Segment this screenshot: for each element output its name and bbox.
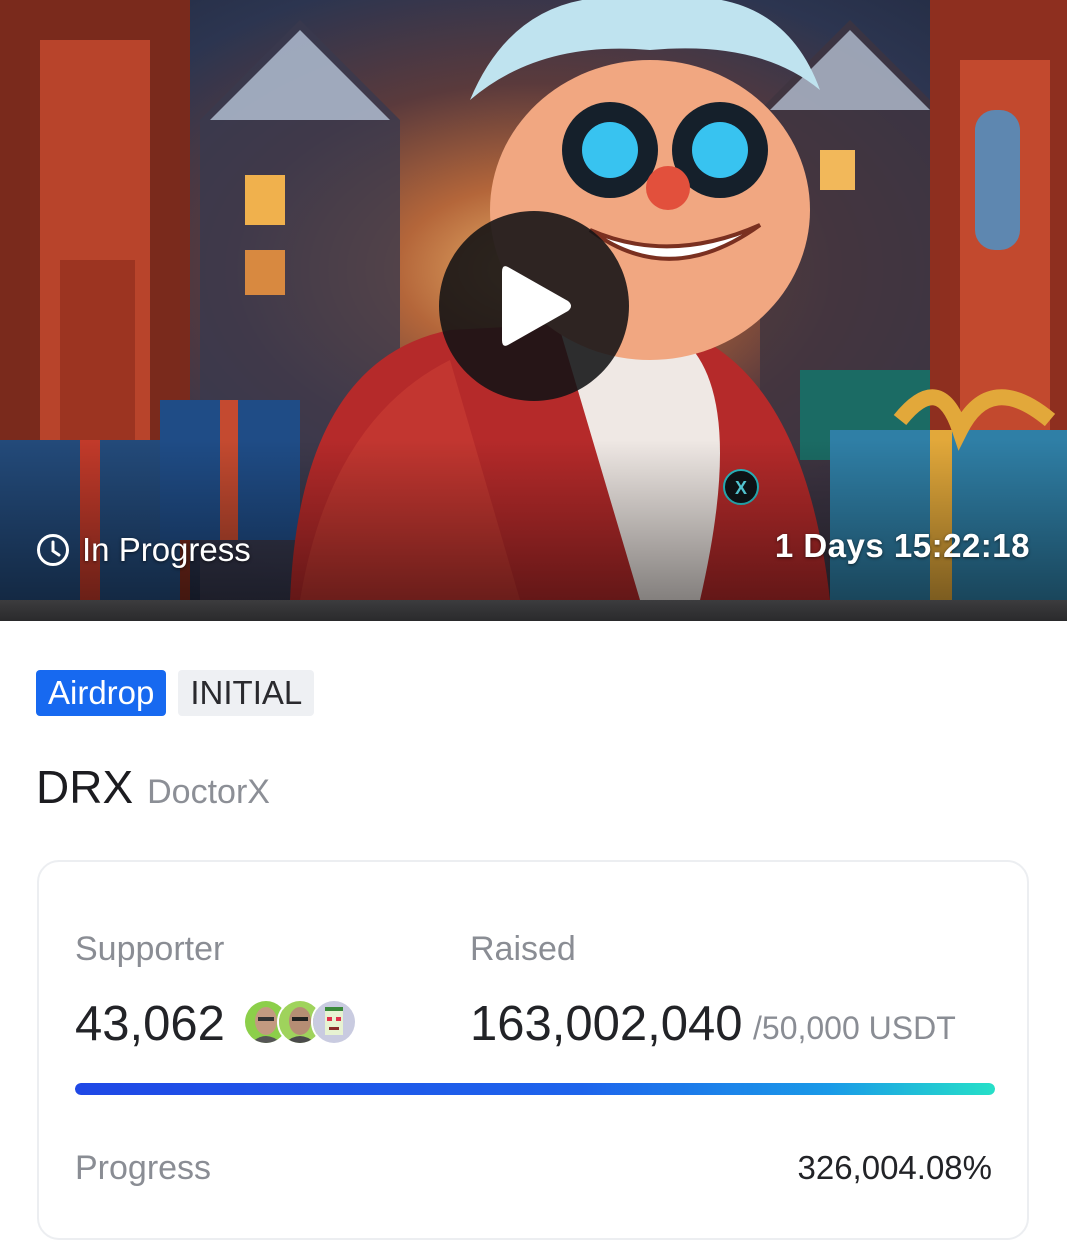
status-label: In Progress: [82, 531, 251, 568]
video-progress-bar[interactable]: [0, 600, 1067, 621]
avatar: [311, 999, 357, 1045]
progress-percent: 326,004.08%: [797, 1149, 992, 1186]
token-symbol: DRX: [36, 761, 134, 813]
supporter-count: 43,062: [75, 997, 225, 1051]
countdown-timer: 1 Days 15:22:18: [774, 527, 1030, 564]
progress-label: Progress: [75, 1149, 212, 1187]
raised-goal: /50,000 USDT: [753, 1010, 956, 1046]
progress-fill: [75, 1083, 995, 1095]
raised-label: Raised: [470, 930, 576, 968]
clock-icon: [36, 533, 70, 567]
raised-amount: 163,002,040: [470, 997, 743, 1051]
hero-media[interactable]: X In Progress 1 Days 15:22:18: [0, 0, 1067, 600]
tag-group: Airdrop INITIAL: [36, 670, 315, 716]
play-button[interactable]: [439, 211, 629, 401]
progress-bar: [75, 1083, 995, 1095]
play-icon: [502, 266, 571, 346]
status-indicator: In Progress: [36, 531, 251, 569]
initial-tag: INITIAL: [178, 670, 315, 716]
airdrop-tag: Airdrop: [36, 670, 167, 716]
token-title: DRX DoctorX: [36, 760, 270, 814]
supporter-label: Supporter: [75, 930, 225, 968]
token-name: DoctorX: [147, 773, 270, 811]
supporter-avatars[interactable]: [243, 999, 357, 1045]
stats-card: Supporter 43,062 Raised 163,002,040 /50,…: [37, 860, 1029, 1240]
